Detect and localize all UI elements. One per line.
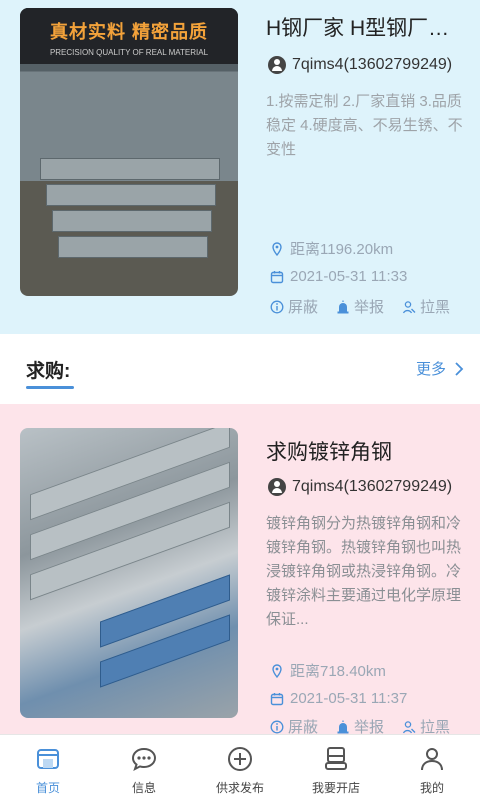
supply-title[interactable]: H钢厂家 H型钢厂家 H型钢 (266, 12, 466, 42)
user-block-icon (402, 300, 416, 313)
calendar-icon (270, 270, 284, 283)
demand-distance: 距离718.40km (270, 660, 386, 681)
block-label: 屏蔽 (288, 299, 319, 316)
supply-distance: 距离1196.20km (270, 238, 393, 259)
bottom-tab-bar: 首页 信息 供求发布 我要开店 我的 (0, 734, 480, 800)
add-circle-icon (228, 747, 252, 771)
supply-actions: 屏蔽 举报 拉黑 (270, 296, 450, 317)
info-icon (270, 300, 284, 313)
message-icon (131, 747, 157, 772)
tab-publish[interactable]: 供求发布 (192, 735, 288, 800)
supply-description: 1.按需定制 2.厂家直销 3.品质稳定 4.硬度高、不易生锈、不变性 (266, 93, 463, 158)
location-icon (272, 241, 282, 256)
thumbnail-banner: 真材实料 精密品质 PRECISION QUALITY OF REAL MATE… (20, 8, 238, 64)
section-title: 求购: (26, 361, 71, 382)
block-button[interactable]: 屏蔽 (270, 296, 318, 317)
tab-messages-label: 信息 (131, 781, 156, 795)
tab-messages[interactable]: 信息 (96, 735, 192, 800)
demand-date-text: 2021-05-31 11:37 (290, 690, 408, 707)
user-icon (268, 478, 286, 496)
location-icon (272, 663, 282, 678)
thumbnail-banner-title: 真材实料 精密品质 (49, 22, 208, 42)
info-icon (270, 720, 284, 733)
tab-home-label: 首页 (35, 781, 60, 795)
supply-card[interactable]: 真材实料 精密品质 PRECISION QUALITY OF REAL MATE… (0, 0, 480, 334)
tab-home[interactable]: 首页 (0, 735, 96, 800)
chevron-right-icon (455, 361, 464, 376)
steel-beam-shape (40, 158, 220, 180)
demand-thumbnail[interactable] (20, 428, 238, 718)
user-block-icon (402, 720, 416, 733)
tab-open-store-label: 我要开店 (311, 781, 360, 795)
blacklist-button[interactable]: 拉黑 (402, 296, 450, 317)
person-icon (421, 748, 443, 771)
store-icon (325, 747, 347, 770)
alarm-icon (337, 300, 349, 313)
home-icon (37, 749, 59, 769)
alarm-icon (337, 720, 349, 733)
tab-open-store[interactable]: 我要开店 (288, 735, 384, 800)
blacklist-label: 拉黑 (420, 299, 451, 316)
supply-distance-text: 距离1196.20km (290, 241, 394, 258)
supply-user[interactable]: 7qims4(13602799249) (268, 56, 452, 74)
demand-date: 2021-05-31 11:37 (270, 690, 407, 707)
steel-beam-shape (58, 236, 208, 258)
tab-profile-label: 我的 (419, 781, 444, 795)
demand-section-header: 求购: 更多 (0, 334, 480, 404)
demand-title[interactable]: 求购镀锌角钢 (266, 436, 466, 466)
calendar-icon (270, 692, 284, 705)
thumbnail-banner-subtitle: PRECISION QUALITY OF REAL MATERIAL (49, 48, 209, 57)
demand-user-name: 7qims4(13602799249) (292, 478, 453, 495)
tab-profile[interactable]: 我的 (384, 735, 480, 800)
demand-description: 镀锌角钢分为热镀锌角钢和冷镀锌角钢。热镀锌角钢也叫热浸镀锌角钢或热浸锌角钢。冷镀… (266, 515, 462, 628)
supply-date-text: 2021-05-31 11:33 (290, 268, 408, 285)
user-icon (268, 56, 286, 74)
supply-date: 2021-05-31 11:33 (270, 268, 407, 285)
section-underline (26, 386, 74, 389)
demand-user[interactable]: 7qims4(13602799249) (268, 478, 452, 496)
report-button[interactable]: 举报 (336, 296, 384, 317)
report-label: 举报 (354, 299, 385, 316)
supply-thumbnail[interactable]: 真材实料 精密品质 PRECISION QUALITY OF REAL MATE… (20, 8, 238, 296)
more-label: 更多 (415, 361, 446, 378)
more-link[interactable]: 更多 (416, 358, 464, 379)
demand-distance-text: 距离718.40km (290, 663, 386, 680)
supply-user-name: 7qims4(13602799249) (292, 56, 453, 73)
steel-beam-shape (52, 210, 212, 232)
tab-publish-label: 供求发布 (215, 781, 264, 795)
steel-beam-shape (46, 184, 216, 206)
